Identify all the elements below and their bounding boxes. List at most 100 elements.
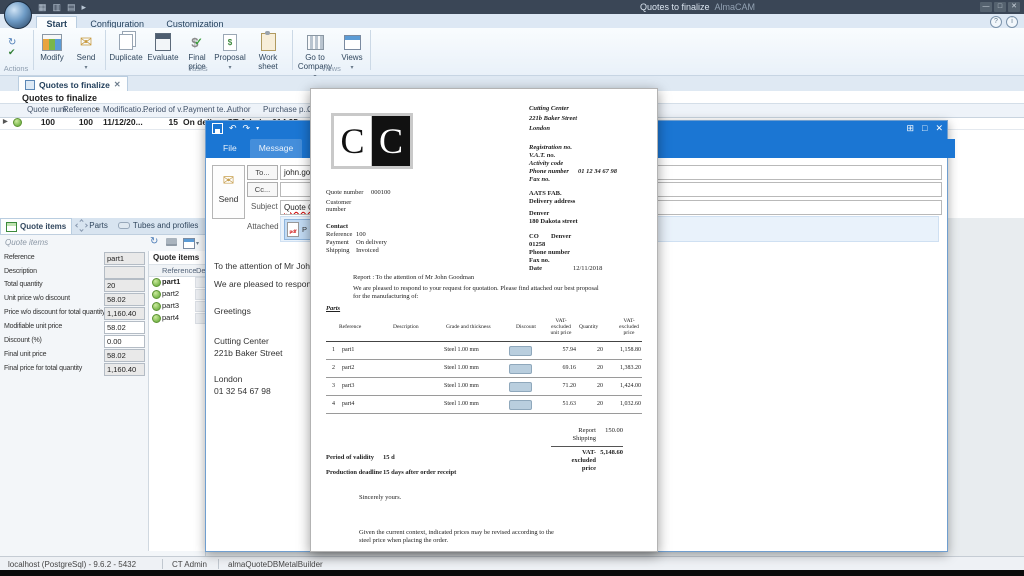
- list-icon[interactable]: ▤: [67, 2, 76, 13]
- list-col-reference[interactable]: Reference: [162, 266, 197, 275]
- list-item[interactable]: part2: [149, 288, 206, 300]
- table-views-icon[interactable]: [183, 238, 195, 249]
- refresh-icon[interactable]: ↻: [150, 237, 158, 247]
- email-tab-file[interactable]: File: [214, 139, 246, 158]
- row-marker-icon: ▶: [3, 118, 8, 125]
- grid-title: Quotes to finalize: [22, 93, 97, 103]
- approve-action-icon[interactable]: ✔: [8, 47, 16, 58]
- views-icon: [344, 35, 361, 50]
- field-discount-value[interactable]: 0.00: [104, 335, 145, 348]
- tubes-icon: [118, 222, 130, 229]
- cell-period: 15: [160, 117, 178, 127]
- printer-icon[interactable]: [166, 238, 177, 246]
- modify-button[interactable]: Modify: [36, 31, 68, 62]
- status-dot-icon: [152, 302, 161, 311]
- discount-chip: [509, 364, 532, 374]
- discount-chip: [509, 382, 532, 392]
- restore-icon[interactable]: ⊞: [906, 123, 914, 134]
- field-modifiable-unit-price-value[interactable]: 58.02: [104, 321, 145, 334]
- panel-tabs: Quote items Parts Tubes and profiles Par…: [0, 218, 205, 235]
- grand-total: 5,148.60: [586, 449, 623, 457]
- email-body-line: 01 32 54 67 98: [214, 386, 271, 396]
- company-street: 221b Baker Street: [529, 115, 577, 123]
- parts-section-title: Parts: [326, 305, 340, 313]
- field-final-unit-price: Final unit price 58.02: [0, 349, 148, 362]
- evaluate-button[interactable]: Evaluate: [146, 31, 180, 62]
- grid-icon[interactable]: ▦: [38, 2, 47, 13]
- table-views-dropdown-icon[interactable]: ▾: [196, 240, 199, 247]
- parts-row: 4 part4 Steel 1.00 mm 51.63 20 1,032.60: [326, 395, 642, 414]
- field-reference-value[interactable]: part1: [104, 252, 145, 265]
- email-body-line: Cutting Center: [214, 336, 269, 346]
- col-modification[interactable]: Modificatio...: [103, 105, 148, 114]
- bottom-strip: [0, 570, 1024, 576]
- field-description-value[interactable]: [104, 266, 145, 279]
- arrow-icon[interactable]: ▸: [82, 2, 87, 13]
- send-icon: ✉: [80, 35, 93, 50]
- field-final-unit-price-value[interactable]: 58.02: [104, 349, 145, 362]
- redo-icon[interactable]: ↷: [243, 123, 251, 134]
- tab-tubes-and-profiles[interactable]: Tubes and profiles: [113, 218, 204, 233]
- list-title: Quote items: [153, 253, 199, 262]
- note-line: Given the current context, indicated pri…: [359, 529, 554, 537]
- group-label-actions: Actions: [0, 64, 32, 73]
- email-body-line: 221b Baker Street: [214, 348, 283, 358]
- help-icon[interactable]: ?: [990, 16, 1002, 28]
- folder-icon[interactable]: ▥: [53, 2, 62, 13]
- undo-icon[interactable]: ↶: [229, 123, 237, 134]
- col-purchase[interactable]: Purchase p...: [263, 105, 310, 114]
- info-icon[interactable]: i: [1006, 16, 1018, 28]
- envelope-icon: ✉: [213, 172, 244, 189]
- work-sheet-icon: [261, 33, 276, 51]
- quote-preview[interactable]: C C Cutting Center 221b Baker Street Lon…: [310, 88, 658, 552]
- cc-button[interactable]: Cc...: [247, 182, 278, 197]
- qat-dropdown-icon[interactable]: ▾: [256, 125, 259, 132]
- field-total-quantity-value[interactable]: 20: [104, 279, 145, 292]
- list-item[interactable]: part3: [149, 300, 206, 312]
- company-name: Cutting Center: [529, 105, 569, 113]
- doc-tab-quotes-to-finalize[interactable]: Quotes to finalize ✕: [18, 76, 128, 92]
- document-icon: [25, 80, 35, 90]
- parts-row: 1 part1 Steel 1.00 mm 57.94 20 1,158.80: [326, 341, 642, 360]
- tab-parts[interactable]: Parts: [72, 218, 113, 233]
- save-icon[interactable]: [212, 123, 223, 134]
- field-unit-price-value[interactable]: 58.02: [104, 293, 145, 306]
- duplicate-button[interactable]: Duplicate: [108, 31, 144, 62]
- email-body-line: We are pleased to respond to: [214, 279, 325, 289]
- list-item[interactable]: part4: [149, 312, 206, 324]
- field-modifiable-unit-price: Modifiable unit price 58.02: [0, 321, 148, 334]
- close-button[interactable]: ✕: [1008, 2, 1020, 12]
- tab-quote-items[interactable]: Quote items: [0, 218, 72, 234]
- list-item[interactable]: part1: [149, 276, 206, 288]
- close-icon[interactable]: ✕: [935, 123, 943, 134]
- company-city: London: [529, 125, 550, 133]
- status-dot-icon: [13, 118, 22, 127]
- field-final-price-total: Final price for total quantity 1,160.40: [0, 363, 148, 376]
- validity-value: 15 d: [383, 454, 395, 462]
- email-quick-access: ↶ ↷ ▾: [212, 123, 259, 134]
- maximize-button[interactable]: □: [994, 2, 1006, 12]
- parts-icon: [75, 219, 88, 232]
- send-button[interactable]: ✉ Send▾: [70, 31, 102, 71]
- parts-table-header: Reference Description Grade and thicknes…: [326, 313, 642, 342]
- col-payment[interactable]: Payment te...: [183, 105, 230, 114]
- to-button[interactable]: To...: [247, 165, 278, 180]
- maximize-icon[interactable]: □: [922, 123, 927, 134]
- field-price-total-value[interactable]: 1,160.40: [104, 307, 145, 320]
- shipping-total: 150.00: [586, 427, 623, 435]
- note-line: steel price when placing the order.: [359, 537, 448, 545]
- app-menu-orb[interactable]: [4, 1, 32, 29]
- report-line: Report : To the attention of Mr John Goo…: [353, 274, 474, 282]
- quote-items-icon: [6, 222, 17, 232]
- tab-close-icon[interactable]: ✕: [114, 80, 121, 89]
- email-tab-message[interactable]: Message: [250, 139, 303, 158]
- quote-detail-panel: Quote items Parts Tubes and profiles Par…: [0, 218, 206, 556]
- minimize-button[interactable]: —: [980, 2, 992, 12]
- col-period[interactable]: Period of v...: [143, 105, 187, 114]
- email-send-button[interactable]: ✉ Send: [212, 165, 245, 219]
- field-final-price-total-value[interactable]: 1,160.40: [104, 363, 145, 376]
- window-title: Quotes to finalizeAlmaCAM: [640, 2, 755, 12]
- proposal-icon: $: [223, 34, 237, 51]
- cell-quote-number: 100: [28, 117, 55, 127]
- col-author[interactable]: Author: [227, 105, 251, 114]
